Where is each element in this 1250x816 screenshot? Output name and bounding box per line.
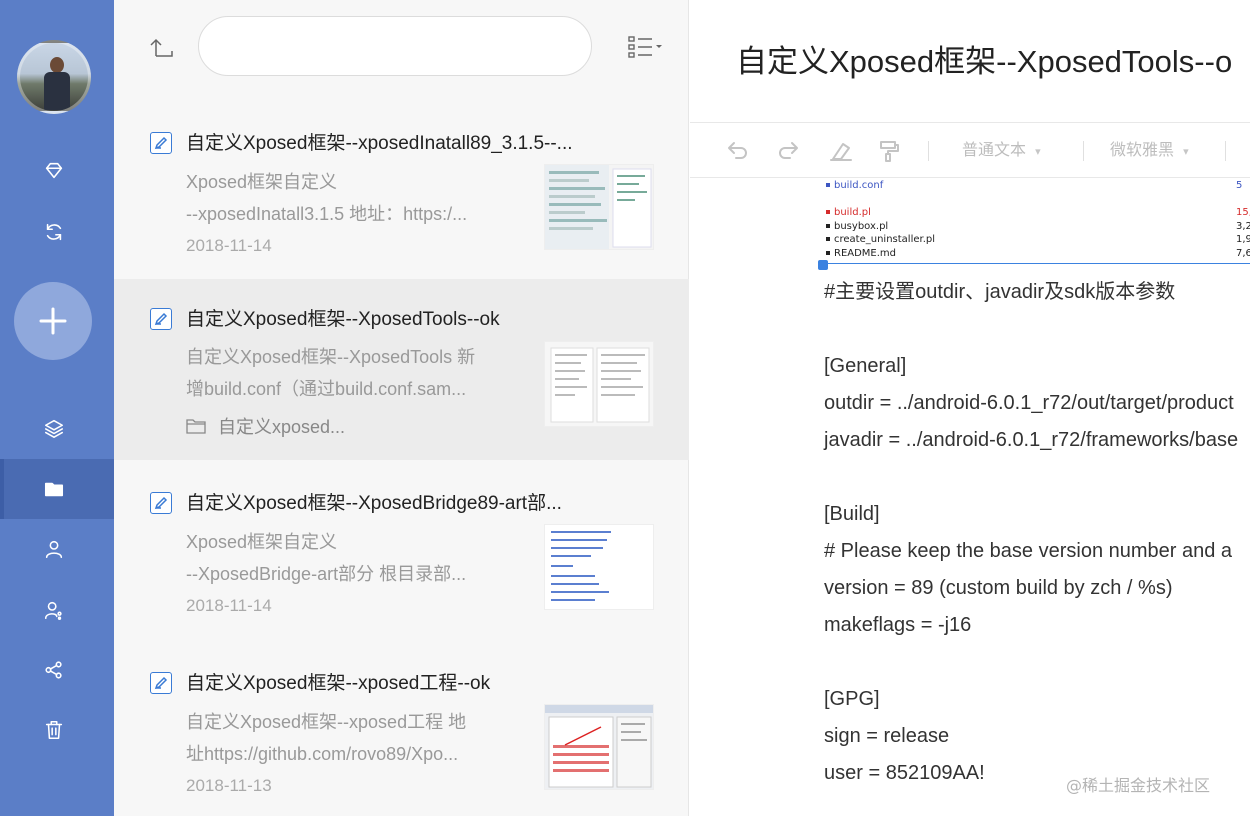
document-line: version = 89 (custom build by zch / %s) xyxy=(824,577,1173,599)
embedded-file-name: create_uninstaller.pl xyxy=(826,234,935,245)
note-edit-icon xyxy=(150,492,172,514)
note-thumbnail xyxy=(544,341,654,427)
sync-icon[interactable] xyxy=(41,219,67,245)
document-title[interactable]: 自定义Xposed框架--XposedTools--o xyxy=(736,36,1232,81)
embedded-file-name: build.conf xyxy=(826,180,883,191)
note-summary: 自定义Xposed框架--XposedTools 新 增build.conf（通… xyxy=(186,341,526,405)
note-item[interactable]: 自定义Xposed框架--XposedBridge89-art部... Xpos… xyxy=(114,482,689,662)
note-title: 自定义Xposed框架--xposedInatall89_3.1.5--... xyxy=(186,133,573,154)
folder-outline-icon xyxy=(186,419,206,434)
up-level-icon[interactable] xyxy=(148,34,176,62)
note-summary-line: 增build.conf（通过build.conf.sam... xyxy=(186,379,467,399)
add-note-button[interactable] xyxy=(14,282,92,360)
document-line: [General] xyxy=(824,355,907,377)
plus-icon xyxy=(39,307,67,335)
toolbar-divider xyxy=(1225,141,1226,161)
note-edit-icon xyxy=(150,672,172,694)
embedded-file-size: 7,6 xyxy=(1236,248,1250,259)
sidebar xyxy=(0,0,114,816)
avatar-head xyxy=(50,57,64,73)
note-summary-line: 自定义Xposed框架--XposedTools 新 xyxy=(186,347,476,367)
embedded-file-row: README.md 7,6 xyxy=(826,248,1250,262)
note-edit-icon xyxy=(150,132,172,154)
embedded-file-size: 15,4 xyxy=(1236,207,1250,218)
note-summary: Xposed框架自定义 --xposedInatall3.1.5 地址：http… xyxy=(186,166,526,230)
toolbar-divider xyxy=(1083,141,1084,161)
note-summary-line: Xposed框架自定义 xyxy=(186,172,338,192)
folder-icon[interactable] xyxy=(41,476,67,502)
eraser-icon[interactable] xyxy=(828,137,854,165)
diamond-icon[interactable] xyxy=(41,158,67,184)
avatar-body xyxy=(44,72,70,110)
document-body[interactable]: #主要设置outdir、javadir及sdk版本参数 [General] ou… xyxy=(824,278,1250,796)
format-painter-icon[interactable] xyxy=(876,137,902,165)
note-thumbnail xyxy=(544,164,654,250)
note-item[interactable]: 自定义Xposed框架--xposedInatall89_3.1.5--... … xyxy=(114,122,689,302)
embedded-file-size: 5 xyxy=(1236,180,1243,191)
note-summary-line: --XposedBridge-art部分 根目录部... xyxy=(186,564,467,584)
document-line: [GPG] xyxy=(824,688,880,710)
note-title: 自定义Xposed框架--xposed工程--ok xyxy=(186,673,491,694)
search-input[interactable] xyxy=(198,16,592,76)
watermark: @稀土掘金技术社区 xyxy=(1066,776,1211,795)
notes-list-panel: 自定义Xposed框架--xposedInatall89_3.1.5--... … xyxy=(114,0,689,816)
user-icon[interactable] xyxy=(41,536,67,562)
document-line: javadir = ../android-6.0.1_r72/framework… xyxy=(824,429,1239,451)
avatar[interactable] xyxy=(17,40,91,114)
undo-icon[interactable] xyxy=(724,137,750,165)
document-line: #主要设置outdir、javadir及sdk版本参数 xyxy=(824,281,1176,303)
list-view-icon[interactable] xyxy=(626,34,666,60)
users-icon[interactable] xyxy=(41,597,67,623)
note-summary-line: --xposedInatall3.1.5 地址：https:/... xyxy=(186,204,468,224)
embedded-file-row: busybox.pl 3,2 xyxy=(826,221,1250,235)
note-date: 2018-11-14 xyxy=(186,236,272,255)
embedded-file-name: README.md xyxy=(826,248,896,259)
embedded-file-row: build.pl 15,4 xyxy=(826,207,1250,221)
document-line: # Please keep the base version number an… xyxy=(824,540,1233,562)
layers-icon[interactable] xyxy=(41,415,67,441)
embedded-file-row: create_uninstaller.pl 1,9 xyxy=(826,234,1250,248)
document-line: [Build] xyxy=(824,503,880,525)
note-item-selected[interactable]: 自定义Xposed框架--XposedTools--ok 自定义Xposed框架… xyxy=(114,279,689,460)
note-edit-icon xyxy=(150,308,172,330)
note-summary-line: 自定义Xposed框架--xposed工程 地 xyxy=(186,712,467,732)
embedded-file-size: 3,2 xyxy=(1236,221,1250,232)
note-title: 自定义Xposed框架--XposedTools--ok xyxy=(186,309,500,330)
share-icon[interactable] xyxy=(41,657,67,683)
note-item[interactable]: 自定义Xposed框架--xposed工程--ok 自定义Xposed框架--x… xyxy=(114,662,689,816)
editor-panel: 自定义Xposed框架--XposedTools--o 普通文本 微软雅黑 bu… xyxy=(690,0,1250,816)
note-summary-line: Xposed框架自定义 xyxy=(186,532,338,552)
document-line: sign = release xyxy=(824,725,950,747)
embedded-file-row: build.conf 5 xyxy=(826,180,1250,194)
note-title: 自定义Xposed框架--XposedBridge89-art部... xyxy=(186,493,562,514)
embedded-file-name: busybox.pl xyxy=(826,221,888,232)
note-folder[interactable]: 自定义xposed... xyxy=(186,413,345,439)
embedded-file-size: 1,9 xyxy=(1236,234,1250,245)
document-line: outdir = ../android-6.0.1_r72/out/target… xyxy=(824,392,1234,414)
paragraph-style-select[interactable]: 普通文本 xyxy=(962,137,1041,166)
note-summary: Xposed框架自定义 --XposedBridge-art部分 根目录部... xyxy=(186,526,526,590)
trash-icon[interactable] xyxy=(41,717,67,743)
embedded-file-name: build.pl xyxy=(826,207,871,218)
font-family-select[interactable]: 微软雅黑 xyxy=(1110,137,1189,166)
image-resize-handle[interactable] xyxy=(818,260,828,270)
note-thumbnail xyxy=(544,704,654,790)
document-line: makeflags = -j16 xyxy=(824,614,972,636)
editor-toolbar: 普通文本 微软雅黑 xyxy=(690,122,1250,178)
note-thumbnail xyxy=(544,524,654,610)
note-date: 2018-11-14 xyxy=(186,596,272,615)
note-date: 2018-11-13 xyxy=(186,776,272,795)
redo-icon[interactable] xyxy=(776,137,802,165)
toolbar-divider xyxy=(928,141,929,161)
note-folder-label: 自定义xposed... xyxy=(218,417,346,437)
embedded-file-table-image[interactable]: build.conf 5 build.pl 15,4 busybox.pl 3,… xyxy=(818,178,1250,264)
note-summary: 自定义Xposed框架--xposed工程 地 址https://github.… xyxy=(186,706,526,770)
note-summary-line: 址https://github.com/rovo89/Xpo... xyxy=(186,744,459,764)
